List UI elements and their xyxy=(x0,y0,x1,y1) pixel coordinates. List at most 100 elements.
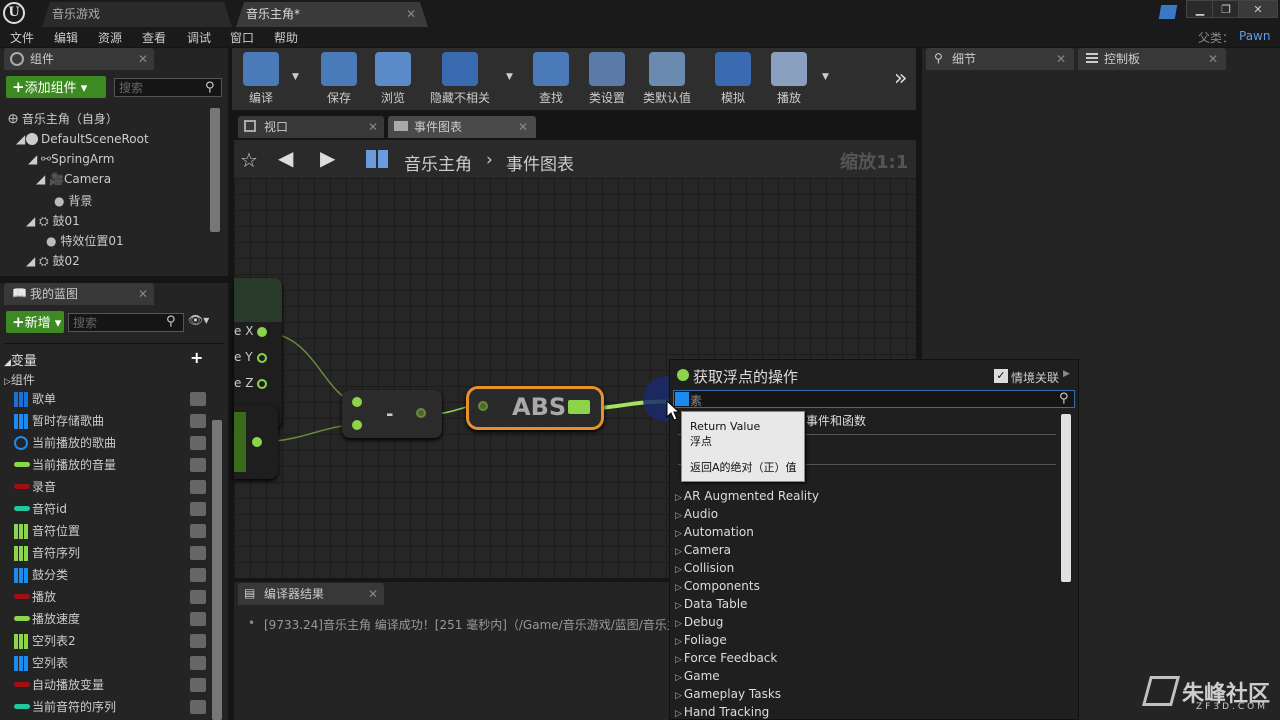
favorite-star-icon[interactable]: ☆ xyxy=(240,148,258,172)
toolbar-button-hide-unrelated[interactable]: 隐藏不相关 xyxy=(426,52,494,108)
source-control-icon[interactable] xyxy=(1158,5,1178,19)
variable-row[interactable]: 当前播放的音量 xyxy=(4,454,208,476)
toolbar-button-compile[interactable]: 编译 xyxy=(234,52,288,108)
variable-row[interactable]: 空列表 xyxy=(4,652,208,674)
tree-item-drum02[interactable]: ◢ ⛭ 鼓02 xyxy=(26,252,80,269)
variable-row[interactable]: 播放 xyxy=(4,586,208,608)
visibility-toggle-icon[interactable] xyxy=(190,436,206,450)
input-pin-b[interactable] xyxy=(352,420,362,430)
menu-debug[interactable]: 调试 xyxy=(187,29,211,46)
close-icon[interactable]: ✕ xyxy=(368,587,378,601)
action-category[interactable]: ▷ Audio xyxy=(675,507,718,521)
action-category[interactable]: ▷ Hand Tracking xyxy=(675,705,769,719)
variable-row[interactable]: 音符位置 xyxy=(4,520,208,542)
new-button[interactable]: +新增 ▾ xyxy=(6,311,64,333)
visibility-toggle-icon[interactable] xyxy=(190,458,206,472)
toolbar-button-browse[interactable]: 浏览 xyxy=(366,52,420,108)
document-tab-music-game[interactable]: 音乐游戏 xyxy=(42,2,232,27)
toolbar-button-find[interactable]: 查找 xyxy=(524,52,578,108)
action-category[interactable]: ▷ Force Feedback xyxy=(675,651,777,665)
action-category[interactable]: ▷ Foliage xyxy=(675,633,727,647)
back-arrow-icon[interactable]: ◀ xyxy=(278,146,293,170)
action-category[interactable]: ▷ Debug xyxy=(675,615,723,629)
tree-item-drum01[interactable]: ◢ ⛭ 鼓01 xyxy=(26,212,80,229)
action-category[interactable]: ▷ Camera xyxy=(675,543,731,557)
tree-item-effect-position01[interactable]: ● 特效位置01 xyxy=(46,232,124,249)
action-menu-scrollbar[interactable] xyxy=(1061,414,1071,582)
input-pin-a[interactable] xyxy=(352,397,362,407)
toolbar-button-class-defaults[interactable]: 类默认值 xyxy=(640,52,694,108)
overflow-chevron-icon[interactable]: » xyxy=(894,66,907,91)
toolbar-button-class-settings[interactable]: 类设置 xyxy=(580,52,634,108)
breadcrumb-root[interactable]: 音乐主角 xyxy=(404,150,472,175)
parent-class-link[interactable]: Pawn xyxy=(1239,29,1270,43)
variable-row[interactable]: 音符id xyxy=(4,498,208,520)
output-pin-z[interactable] xyxy=(257,379,267,389)
menu-file[interactable]: 文件 xyxy=(10,29,34,46)
close-icon[interactable]: ✕ xyxy=(406,2,416,26)
component-root[interactable]: 🜨 音乐主角（自身） xyxy=(8,105,118,130)
visibility-toggle-icon[interactable] xyxy=(190,678,206,692)
visibility-toggle-icon[interactable] xyxy=(190,480,206,494)
visibility-toggle-icon[interactable] xyxy=(190,656,206,670)
variable-row[interactable]: 暂时存储歌曲 xyxy=(4,410,208,432)
menu-help[interactable]: 帮助 xyxy=(274,29,298,46)
components-tab[interactable]: 组件 xyxy=(4,48,154,70)
action-category[interactable]: ▷ Gameplay Tasks xyxy=(675,687,781,701)
play-dropdown-icon[interactable]: ▼ xyxy=(822,72,829,82)
add-variable-button[interactable]: + xyxy=(190,348,203,367)
add-component-button[interactable]: +添加组件 ▾ xyxy=(6,76,106,98)
action-category[interactable]: ▷ Game xyxy=(675,669,720,683)
visibility-toggle-icon[interactable] xyxy=(190,524,206,538)
variable-row[interactable]: 当前音符的序列 xyxy=(4,696,208,718)
output-pin-x[interactable] xyxy=(257,327,267,337)
variable-row[interactable]: 自动播放变量 xyxy=(4,674,208,696)
blueprint-scrollbar[interactable] xyxy=(212,420,222,720)
output-pin-y[interactable] xyxy=(257,353,267,363)
variable-row[interactable]: 当前播放的歌曲 xyxy=(4,432,208,454)
menu-asset[interactable]: 资源 xyxy=(98,29,122,46)
action-category[interactable]: ▷ Automation xyxy=(675,525,754,539)
output-pin[interactable] xyxy=(416,408,426,418)
action-category[interactable]: ▷ AR Augmented Reality xyxy=(675,489,819,503)
action-category[interactable]: ▷ Data Table xyxy=(675,597,747,611)
visibility-toggle-icon[interactable] xyxy=(190,634,206,648)
maximize-button[interactable]: ❐ xyxy=(1212,0,1240,18)
tab-details[interactable]: 细节 xyxy=(926,48,1074,70)
action-search-input[interactable] xyxy=(673,390,1075,408)
context-sensitive-checkbox[interactable]: ✓ xyxy=(994,369,1008,383)
variable-row[interactable]: 播放速度 xyxy=(4,608,208,630)
output-pin[interactable] xyxy=(568,400,590,414)
visibility-toggle-icon[interactable] xyxy=(190,590,206,604)
variable-row[interactable]: 空列表2 xyxy=(4,630,208,652)
output-pin[interactable] xyxy=(252,437,262,447)
toolbar-button-save[interactable]: 保存 xyxy=(312,52,366,108)
action-category[interactable]: ▷ Components xyxy=(675,579,760,593)
visibility-toggle-icon[interactable] xyxy=(190,546,206,560)
eye-icon[interactable]: 👁▾ xyxy=(188,313,209,327)
tree-item-springarm[interactable]: ◢ ⚯SpringArm xyxy=(28,152,114,166)
tab-viewport[interactable]: 视口 xyxy=(238,116,384,138)
tab-palette[interactable]: 控制板 xyxy=(1078,48,1226,70)
tab-compiler-results[interactable]: 编译器结果 xyxy=(238,583,384,605)
toolbar-button-play[interactable]: 播放 xyxy=(762,52,816,108)
menu-window[interactable]: 窗口 xyxy=(230,29,254,46)
variable-row[interactable]: 音符序列 xyxy=(4,542,208,564)
menu-edit[interactable]: 编辑 xyxy=(54,29,78,46)
visibility-toggle-icon[interactable] xyxy=(190,700,206,714)
components-scrollbar[interactable] xyxy=(210,108,220,232)
close-icon[interactable]: ✕ xyxy=(518,120,528,134)
tab-event-graph[interactable]: 事件图表 xyxy=(388,116,536,138)
toolbar-button-simulate[interactable]: 模拟 xyxy=(706,52,760,108)
menu-view[interactable]: 查看 xyxy=(142,29,166,46)
document-tab-music-character[interactable]: 音乐主角* ✕ xyxy=(236,2,428,27)
close-icon[interactable]: ✕ xyxy=(138,52,148,66)
forward-arrow-icon[interactable]: ▶ xyxy=(320,146,335,170)
minimize-button[interactable]: ▁ xyxy=(1186,0,1214,18)
action-category[interactable]: ▷ Collision xyxy=(675,561,734,575)
tree-item-camera[interactable]: ◢ 🎥Camera xyxy=(36,172,111,186)
visibility-toggle-icon[interactable] xyxy=(190,392,206,406)
input-pin[interactable] xyxy=(478,401,488,411)
variable-row[interactable]: 录音 xyxy=(4,476,208,498)
hide-dropdown-icon[interactable]: ▼ xyxy=(506,72,513,82)
